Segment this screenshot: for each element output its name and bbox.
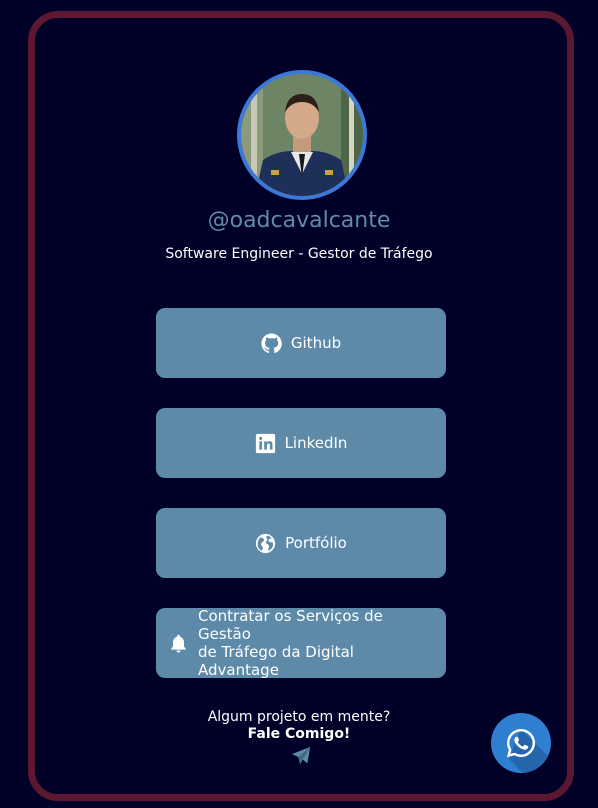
profile-subtitle: Software Engineer - Gestor de Tráfego <box>165 246 433 262</box>
hire-services-label: Contratar os Serviços de Gestão de Tráfeg… <box>198 607 434 679</box>
linkedin-button[interactable]: LinkedIn <box>156 408 446 478</box>
linkedin-label: LinkedIn <box>284 434 348 452</box>
paper-plane-icon <box>290 745 312 767</box>
whatsapp-icon <box>506 728 551 773</box>
portfolio-button[interactable]: Portfólio <box>156 508 446 578</box>
profile-handle: @oadcavalcante <box>207 208 391 233</box>
bell-icon <box>168 633 189 654</box>
linkedin-icon <box>255 433 276 454</box>
github-icon <box>261 332 282 354</box>
globe-icon <box>255 533 276 554</box>
github-label: Github <box>290 334 342 352</box>
hire-services-label-line1: Contratar os Serviços de Gestão <box>198 607 383 643</box>
portfolio-label: Portfólio <box>285 534 347 552</box>
github-button[interactable]: Github <box>156 308 446 378</box>
avatar <box>237 70 367 200</box>
whatsapp-button[interactable] <box>491 713 551 773</box>
hire-services-button[interactable]: Contratar os Serviços de Gestão de Tráfeg… <box>156 607 446 679</box>
hire-services-label-line2: de Tráfego da Digital Advantage <box>198 643 354 679</box>
